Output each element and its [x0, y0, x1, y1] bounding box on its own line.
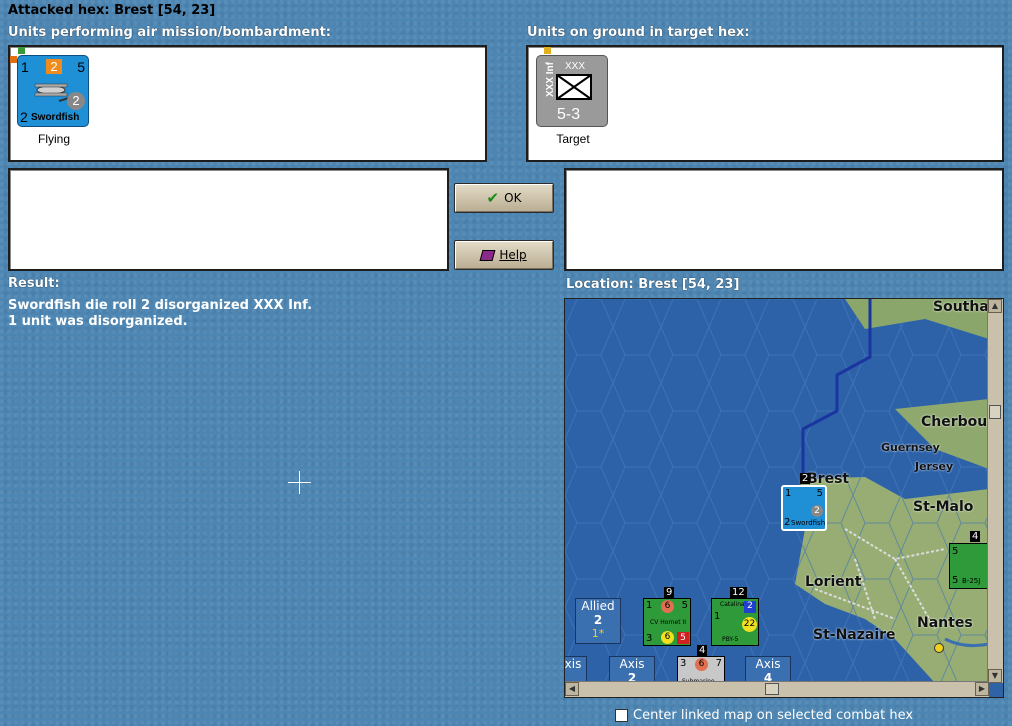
vertical-scroll-thumb[interactable] — [989, 405, 1001, 419]
counter-strength: 5-3 — [557, 106, 581, 123]
place-jersey: Jersey — [915, 460, 954, 473]
map-counter-tl: 3 — [680, 658, 687, 669]
swordfish-air-counter[interactable]: 1 2 5 2 2 Swordfish Flying — [17, 55, 89, 146]
ground-unit-status: Target — [556, 132, 590, 146]
map-counter-name: B-25J — [962, 577, 981, 585]
cv-hornet-counter[interactable]: 9 1 6 5 CV Hornet II 3 6 5 — [643, 587, 691, 646]
axis-left-title: xis — [564, 657, 582, 671]
result-title: Result: — [8, 276, 60, 291]
attacked-hex-title: Attacked hex: Brest [54, 23] — [8, 3, 216, 18]
pby-counter[interactable]: 12 Catalina 1 2 22 PBY-5 — [711, 587, 759, 646]
result-line-2: 1 unit was disorganized. — [8, 314, 188, 329]
result-line-1: Swordfish die roll 2 disorganized XXX In… — [8, 298, 313, 313]
help-button[interactable]: Help — [454, 240, 554, 270]
crosshair-cursor-icon — [288, 471, 311, 494]
air-units-panel[interactable]: 1 2 5 2 2 Swordfish Flying — [8, 45, 487, 162]
air-details-box — [8, 168, 449, 271]
scroll-left-icon[interactable]: ◀ — [565, 682, 579, 696]
map-counter-mid: 2 — [811, 505, 823, 517]
map-counter-tl: 1 — [785, 488, 792, 499]
map-counter-br: 5 — [677, 632, 689, 644]
counter-value-bl: 2 — [20, 109, 28, 125]
air-unit-marker — [18, 47, 25, 54]
place-st-nazaire: St-Nazaire — [813, 627, 896, 643]
place-st-malo: St-Malo — [913, 499, 974, 515]
air-unit-status: Flying — [37, 132, 70, 146]
map-vertical-scrollbar[interactable]: ▲ ▼ — [987, 299, 1003, 683]
location-title: Location: Brest [54, 23] — [566, 277, 740, 292]
place-cherbourg: Cherbou — [921, 414, 988, 430]
map-counter-tl: 1 — [646, 600, 653, 611]
horizontal-scroll-thumb[interactable] — [765, 683, 779, 695]
ground-units-panel[interactable]: XXX Inf XXX 5-3 Target — [526, 45, 1004, 162]
center-map-label: Center linked map on selected combat hex — [633, 708, 914, 723]
map-counter-tl: 1 — [714, 611, 721, 622]
ok-button-label: OK — [504, 191, 522, 205]
linked-map[interactable]: Southa Cherbou Guernsey Jersey Brest St-… — [564, 298, 1004, 698]
center-map-checkbox-row[interactable]: Center linked map on selected combat hex — [615, 708, 913, 723]
air-units-title: Units performing air mission/bombardment… — [8, 25, 332, 40]
map-counter-bl: 2 — [784, 517, 791, 528]
ground-units-title: Units on ground in target hex: — [527, 25, 750, 40]
scroll-up-icon[interactable]: ▲ — [988, 299, 1002, 313]
axis-mid-title: Axis — [619, 657, 645, 671]
allied-stack-title: Allied — [581, 599, 615, 613]
help-book-icon — [479, 249, 496, 261]
allied-stack-count: 2 — [593, 613, 603, 627]
map-horizontal-scrollbar[interactable]: ◀ ▶ — [565, 681, 989, 697]
stack-count: 9 — [664, 587, 675, 598]
stack-count: 4 — [970, 531, 981, 542]
air-unit-marker-2 — [10, 56, 17, 63]
xxx-inf-target-counter[interactable]: XXX Inf XXX 5-3 Target — [536, 55, 608, 146]
place-guernsey: Guernsey — [881, 441, 940, 454]
counter-unit-name: Swordfish — [31, 112, 80, 123]
place-nantes: Nantes — [917, 615, 973, 631]
map-counter-name: Swordfish — [791, 519, 826, 527]
center-map-checkbox[interactable] — [615, 709, 628, 722]
ground-details-box — [564, 168, 1004, 271]
help-button-label: Help — [499, 248, 527, 262]
check-icon: ✔ — [486, 189, 500, 207]
map-counter-tm: 6 — [661, 600, 674, 613]
brest-swordfish-counter[interactable]: 2 1 5 2 2 Swordfish — [781, 473, 827, 531]
allied-stack-box[interactable]: Allied 2 1* — [575, 598, 621, 644]
scroll-down-icon[interactable]: ▼ — [988, 669, 1002, 683]
stack-count: 2 — [800, 473, 811, 484]
place-lorient: Lorient — [805, 574, 862, 590]
map-counter-mid: 22 — [742, 617, 757, 632]
map-counter-tm: 6 — [695, 658, 708, 671]
map-counter-tr: 2 — [744, 601, 756, 613]
map-counter-bl: 3 — [646, 633, 653, 644]
map-counter-tr: 5 — [681, 600, 688, 611]
counter-value-tl: 1 — [21, 59, 29, 75]
infantry-symbol-icon — [556, 74, 592, 100]
map-counter-tr: 5 — [816, 488, 823, 499]
place-southampton: Southa — [933, 299, 989, 315]
map-counter-tr: 7 — [715, 658, 722, 669]
map-counter-bm: 6 — [661, 631, 674, 644]
map-counter-bl: 5 — [952, 575, 959, 586]
ok-button[interactable]: ✔ OK — [454, 183, 554, 213]
map-counter-name: CV Hornet II — [650, 619, 687, 626]
axis-right-title: Axis — [755, 657, 781, 671]
counter-value-tm: 2 — [46, 59, 62, 74]
scroll-right-icon[interactable]: ▶ — [975, 682, 989, 696]
counter-value-mid: 2 — [67, 92, 85, 110]
nantes-city-dot — [934, 643, 944, 653]
counter-unit-size: XXX — [565, 61, 586, 72]
stack-count: 12 — [730, 587, 747, 598]
counter-value-tr: 5 — [77, 59, 85, 75]
allied-stack-sub: 1* — [591, 627, 605, 640]
counter-side-label: XXX Inf — [545, 61, 557, 98]
b25-counter[interactable]: 4 5 5 B-25J — [949, 531, 989, 589]
ground-unit-marker — [544, 47, 551, 54]
map-counter-tl: 5 — [952, 546, 959, 557]
map-counter-title: Catalina — [720, 601, 745, 608]
map-counter-name: PBY-5 — [722, 636, 739, 643]
stack-count: 4 — [697, 645, 708, 656]
